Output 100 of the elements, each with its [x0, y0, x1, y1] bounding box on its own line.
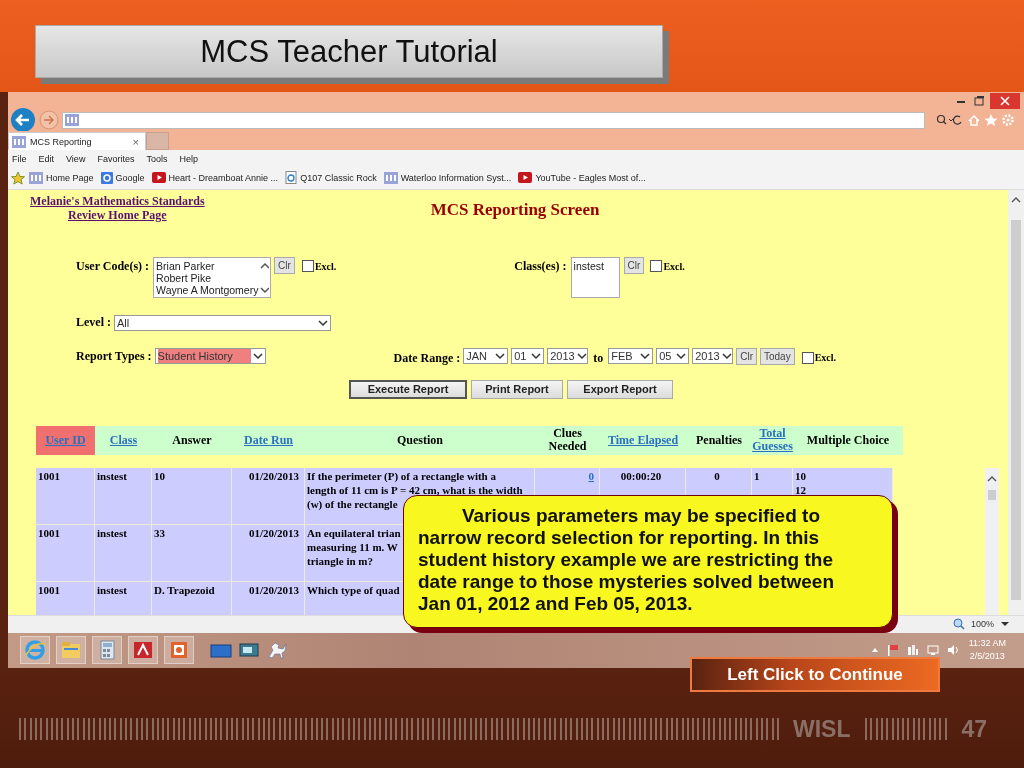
scroll-thumb[interactable]	[1011, 219, 1021, 600]
page-number: 47	[961, 715, 988, 743]
favorites-star-icon[interactable]	[11, 170, 25, 185]
field-label: Report Types :	[76, 348, 152, 364]
scrollbar[interactable]	[1008, 189, 1024, 615]
list-box[interactable]: instest	[570, 257, 620, 299]
list-option[interactable]: instest	[573, 260, 618, 273]
favorite-link[interactable]: Home Page	[46, 172, 94, 183]
table-cell-text: 33	[154, 526, 165, 539]
column-header: Multiple Choice	[806, 433, 890, 447]
favorite-link[interactable]: Google	[115, 172, 145, 183]
table-cell-text: 10 12	[795, 469, 806, 496]
continue-button[interactable]: Left Click to Continue	[690, 657, 940, 692]
chevron-icon	[250, 351, 265, 362]
checkbox[interactable]	[801, 351, 814, 364]
menu-item[interactable]: Favorites	[97, 153, 135, 164]
favorite-link[interactable]: YouTube - Eagles Most of...	[535, 172, 646, 183]
zoom-level[interactable]: 100%	[970, 619, 994, 630]
clear-button[interactable]: Clr	[623, 257, 645, 275]
checkbox-label: Excl.	[814, 352, 837, 364]
list-option[interactable]: Brian Parker	[156, 260, 260, 273]
table-cell-text: 1001	[38, 469, 60, 482]
chevron-icon	[529, 351, 544, 362]
settings-icon[interactable]	[1001, 113, 1017, 128]
table-cell-text: 01/20/2013	[248, 526, 299, 539]
speaker-icon[interactable]	[946, 644, 961, 657]
level-select[interactable]: All	[114, 314, 331, 331]
clear-button[interactable]: Clr	[274, 257, 295, 275]
dropdown-icon[interactable]	[1000, 620, 1010, 629]
menu-item[interactable]: View	[66, 153, 86, 164]
column-header: Question	[397, 433, 443, 447]
date-select[interactable]: JAN	[463, 348, 509, 365]
date-select[interactable]: FEB	[608, 348, 654, 365]
chevron-icon	[719, 351, 734, 362]
favorite-link[interactable]: Waterloo Information Syst...	[400, 172, 512, 183]
flag-icon[interactable]	[886, 644, 899, 657]
menu-item[interactable]: Help	[179, 153, 198, 164]
star-icon[interactable]	[984, 113, 998, 128]
tab-title: MCS Reporting	[30, 136, 92, 147]
table-cell-text: 00:00:20	[620, 469, 662, 482]
column-sort-link[interactable]: Class	[109, 433, 138, 447]
chevron-icon	[493, 351, 508, 362]
scroll-up-icon[interactable]	[1011, 195, 1021, 204]
table-cell-text: D. Trapezoid	[154, 583, 215, 596]
search-icon[interactable]	[936, 113, 964, 128]
range-separator: to	[593, 350, 604, 366]
menu-item[interactable]: Tools	[146, 153, 168, 164]
report-button[interactable]: Print Report	[471, 379, 563, 399]
list-option[interactable]: Robert Pike	[156, 272, 260, 285]
report-type-select[interactable]: Student History	[154, 348, 266, 365]
home-link[interactable]: Melanie's Mathematics Standards Review Home Page	[30, 193, 205, 222]
report-button[interactable]: Execute Report	[349, 379, 467, 399]
show-hidden-icon[interactable]	[870, 646, 879, 655]
web-page-icon	[285, 171, 298, 185]
browser-icon[interactable]	[24, 639, 46, 662]
tab-close-button[interactable]: ×	[132, 135, 139, 148]
list-box[interactable]: Brian Parker Robert Pike Wayne A Montgomery	[153, 257, 272, 299]
today-button[interactable]: Today	[760, 347, 795, 365]
table-cell-text: Which type of quad	[307, 583, 400, 596]
google-icon	[100, 171, 113, 184]
table-cell-text: 0	[714, 469, 720, 482]
date-select[interactable]: 2013	[692, 348, 734, 365]
clear-button[interactable]: Clr	[736, 347, 757, 365]
browser-tab[interactable]: MCS Reporting ×	[8, 132, 146, 151]
home-icon[interactable]	[967, 113, 981, 128]
site-icon	[65, 114, 79, 127]
monitor-small-icon[interactable]	[926, 644, 939, 657]
restore-icon[interactable]	[972, 94, 986, 107]
table-cell-text: 10	[154, 469, 165, 482]
table-cell-text: instest	[97, 583, 127, 596]
address-field[interactable]	[62, 111, 925, 129]
favorite-link[interactable]: Heart - Dreamboat Annie ...	[168, 172, 279, 183]
scrollbar[interactable]	[985, 467, 999, 615]
checkbox[interactable]	[650, 260, 663, 273]
back-icon[interactable]	[10, 108, 36, 133]
network-icon[interactable]	[906, 644, 919, 657]
menu-item[interactable]: Edit	[38, 153, 55, 164]
checkbox-label: Excl.	[663, 260, 685, 272]
table-cell-text: 1001	[38, 526, 60, 539]
table-cell-text: 1001	[38, 583, 60, 596]
scroll-thumb[interactable]	[988, 489, 996, 500]
column-header: Clues Needed	[547, 427, 588, 454]
date-select[interactable]: 05	[656, 348, 690, 365]
list-option[interactable]: Wayne A Montgomery	[156, 284, 260, 297]
menu-item[interactable]: File	[12, 153, 27, 164]
zoom-icon[interactable]	[952, 618, 965, 631]
date-select[interactable]: 2013	[547, 348, 589, 365]
close-icon[interactable]	[990, 92, 1020, 109]
table-cell-text: 1	[754, 469, 760, 482]
forward-icon[interactable]	[39, 110, 59, 131]
checkbox[interactable]	[301, 260, 314, 273]
date-select[interactable]: 01	[511, 348, 545, 365]
chevron-icon	[574, 351, 589, 362]
favorite-link[interactable]: Q107 Classic Rock	[300, 172, 377, 183]
report-button[interactable]: Export Report	[567, 379, 673, 399]
chevron-icon	[638, 351, 653, 362]
column-sort-link[interactable]: Date Run	[244, 433, 293, 447]
column-sort-link[interactable]: Total Guesses	[752, 427, 793, 454]
column-sort-link[interactable]: Time Elapsed	[607, 433, 679, 447]
new-tab-button[interactable]	[146, 132, 169, 151]
